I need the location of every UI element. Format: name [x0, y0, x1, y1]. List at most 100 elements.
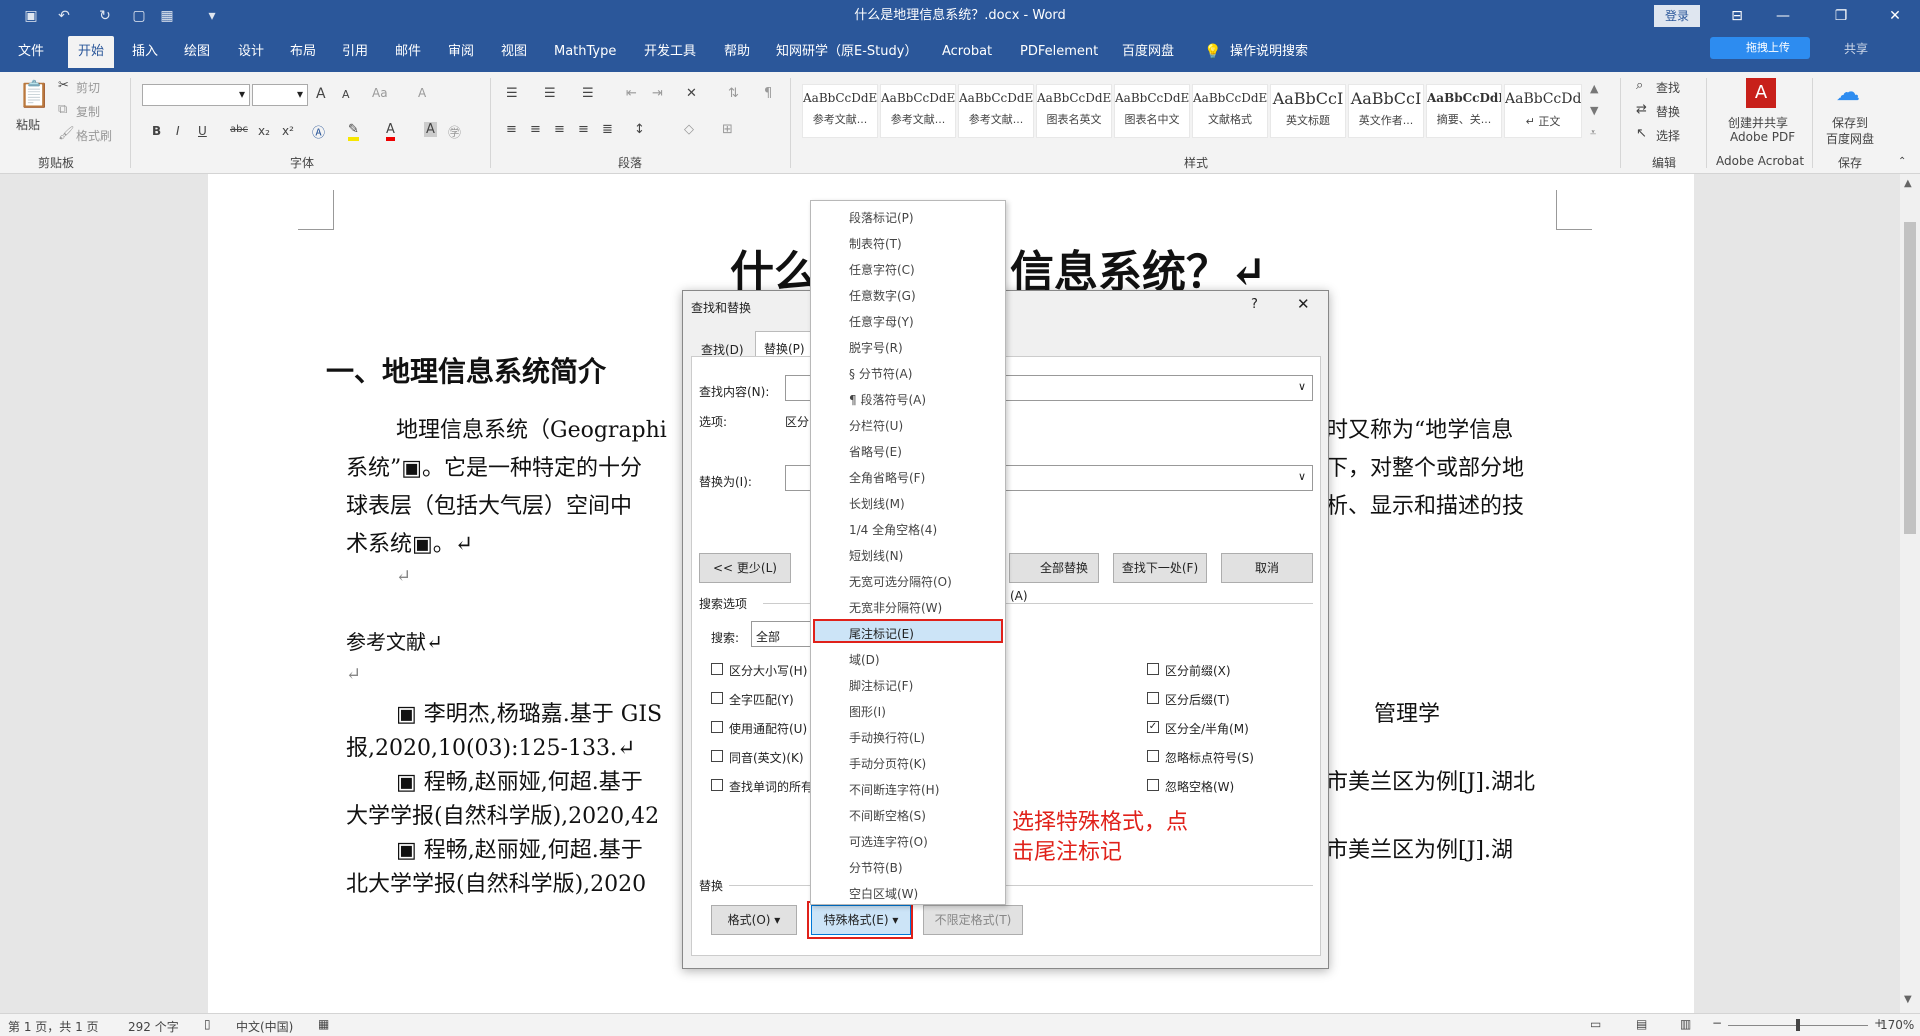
shading-icon[interactable]: ◇ [684, 122, 694, 137]
format-button[interactable]: 格式(O) ▾ [711, 905, 797, 935]
no-formatting-button[interactable]: 不限定格式(T) [923, 905, 1023, 935]
replace-all-button[interactable]: 全部替换(A) [1009, 553, 1099, 603]
tab-view[interactable]: 视图 [491, 40, 537, 64]
highlight-icon[interactable]: ✎ [348, 122, 359, 141]
tab-help[interactable]: 帮助 [714, 40, 760, 64]
grow-font-icon[interactable]: A [316, 86, 326, 102]
italic-button[interactable]: I [176, 124, 180, 138]
zoom-level[interactable]: 170% [1880, 1018, 1914, 1032]
checkbox-checked[interactable]: ✓ [1147, 721, 1159, 733]
cut-icon[interactable]: ✂ [58, 78, 69, 93]
copy-icon[interactable]: ⧉ [58, 102, 67, 117]
style-item[interactable]: AaBbCcDdEe 文献格式 [1192, 84, 1268, 138]
share-button[interactable]: 共享 [1844, 40, 1868, 57]
format-painter-button[interactable]: 格式刷 [76, 127, 112, 144]
menu-item[interactable]: 空白区域(W) [849, 885, 918, 902]
save-to-baidu-line2[interactable]: 百度网盘 [1826, 130, 1874, 147]
macro-icon[interactable]: ▦ [318, 1017, 329, 1031]
tab-design[interactable]: 设计 [228, 40, 274, 64]
font-size-box[interactable]: ▾ [252, 84, 308, 106]
scroll-up-icon[interactable]: ▲ [1904, 178, 1912, 189]
restore-icon[interactable]: ❐ [1818, 0, 1864, 32]
proofing-icon[interactable]: ▯ [204, 1017, 211, 1031]
tab-mailings[interactable]: 邮件 [385, 40, 431, 64]
find-button[interactable]: 查找 [1656, 79, 1680, 96]
collapse-ribbon-icon[interactable]: ⌃ [1898, 156, 1906, 167]
chevron-down-icon[interactable]: ∨ [1298, 470, 1306, 483]
tell-me-search[interactable]: 操作说明搜索 [1220, 40, 1318, 64]
enclose-char-icon[interactable]: ㊫ [448, 122, 461, 141]
checkbox[interactable] [1147, 692, 1159, 704]
zoom-out-icon[interactable]: − [1712, 1016, 1722, 1030]
vertical-scrollbar[interactable]: ▲ ▼ [1900, 174, 1920, 1014]
menu-item[interactable]: 全角省略号(F) [849, 469, 925, 486]
paste-button[interactable]: 粘贴 [16, 116, 40, 133]
align-left-icon[interactable]: ≡ [506, 122, 517, 137]
tab-cnki[interactable]: 知网研学（原E-Study） [766, 40, 927, 64]
replace-button[interactable]: 替换 [1656, 103, 1680, 120]
font-color-icon[interactable]: A [386, 122, 395, 141]
char-shading-icon[interactable]: A [424, 122, 437, 137]
align-right-icon[interactable]: ≡ [554, 122, 565, 137]
adobe-pdf-icon[interactable]: A [1746, 78, 1776, 108]
sort-icon[interactable]: ⇅ [728, 86, 739, 101]
menu-item[interactable]: 无宽可选分隔符(O) [849, 573, 952, 590]
menu-item[interactable]: § 分节符(A) [849, 365, 912, 382]
zoom-slider-thumb[interactable] [1796, 1019, 1800, 1031]
replace-icon[interactable]: ⇄ [1636, 102, 1647, 117]
styles-more-icon[interactable]: ⩡ [1590, 126, 1596, 140]
clear-format-icon[interactable]: A [418, 86, 426, 100]
language[interactable]: 中文(中国) [236, 1018, 293, 1035]
format-painter-icon[interactable]: 🖌 [58, 126, 75, 141]
tab-draw[interactable]: 绘图 [174, 40, 220, 64]
distributed-icon[interactable]: ≣ [602, 122, 613, 137]
web-layout-icon[interactable]: ▥ [1680, 1017, 1691, 1031]
menu-item[interactable]: 脚注标记(F) [849, 677, 913, 694]
menu-item[interactable]: 任意数字(G) [849, 287, 916, 304]
styles-scroll-up-icon[interactable]: ▲ [1590, 82, 1598, 95]
menu-item[interactable]: 制表符(T) [849, 235, 902, 252]
tab-home[interactable]: 开始 [68, 36, 115, 68]
menu-item[interactable]: 域(D) [849, 651, 880, 668]
menu-item[interactable]: 分节符(B) [849, 859, 903, 876]
menu-item[interactable]: 任意字符(C) [849, 261, 915, 278]
ribbon-display-icon[interactable]: ⊟ [1714, 0, 1760, 32]
menu-item[interactable]: 长划线(M) [849, 495, 905, 512]
tab-acrobat[interactable]: Acrobat [932, 40, 1002, 64]
checkbox[interactable] [711, 692, 723, 704]
multilevel-list-icon[interactable]: ☰ [582, 86, 594, 101]
underline-button[interactable]: U [198, 124, 207, 138]
scroll-thumb[interactable] [1904, 222, 1916, 534]
menu-item[interactable]: 任意字母(Y) [849, 313, 914, 330]
checkbox[interactable] [1147, 663, 1159, 675]
justify-icon[interactable]: ≡ [578, 122, 589, 137]
align-center-icon[interactable]: ≡ [530, 122, 541, 137]
search-direction-select[interactable]: 全部 [751, 621, 811, 647]
create-pdf-button[interactable]: 创建并共享 [1728, 114, 1788, 131]
menu-item[interactable]: 省略号(E) [849, 443, 902, 460]
style-item[interactable]: AaBbCcDdEe 参考文献... [958, 84, 1034, 138]
close-dialog-button[interactable]: ✕ [1297, 295, 1310, 313]
numbering-icon[interactable]: ☰ [544, 86, 556, 101]
checkbox[interactable] [1147, 750, 1159, 762]
menu-item[interactable]: 可选连字符(O) [849, 833, 928, 850]
menu-item[interactable]: 短划线(N) [849, 547, 903, 564]
menu-item[interactable]: 不间断连字符(H) [849, 781, 939, 798]
login-button[interactable]: 登录 [1654, 5, 1700, 27]
find-icon[interactable]: ⌕ [1636, 78, 1643, 93]
menu-item[interactable]: 不间断空格(S) [849, 807, 926, 824]
show-marks-icon[interactable]: ¶ [764, 86, 772, 101]
cut-button[interactable]: 剪切 [76, 79, 100, 96]
menu-item[interactable]: 无宽非分隔符(W) [849, 599, 942, 616]
endnote-mark-label[interactable]: 尾注标记(E) [849, 625, 914, 642]
increase-indent-icon[interactable]: ⇥ [652, 86, 663, 101]
style-item[interactable]: AaBbCcDdEe 图表名英文 [1036, 84, 1112, 138]
styles-scroll-down-icon[interactable]: ▼ [1590, 104, 1598, 117]
style-item[interactable]: AaBbCcDdE 参考文献... [802, 84, 878, 138]
cancel-button[interactable]: 取消 [1221, 553, 1313, 583]
checkbox[interactable] [711, 750, 723, 762]
text-effects-icon[interactable]: Ⓐ [312, 122, 325, 141]
menu-item[interactable]: 图形(I) [849, 703, 886, 720]
tab-review[interactable]: 审阅 [438, 40, 484, 64]
subscript-button[interactable]: x₂ [258, 124, 270, 138]
